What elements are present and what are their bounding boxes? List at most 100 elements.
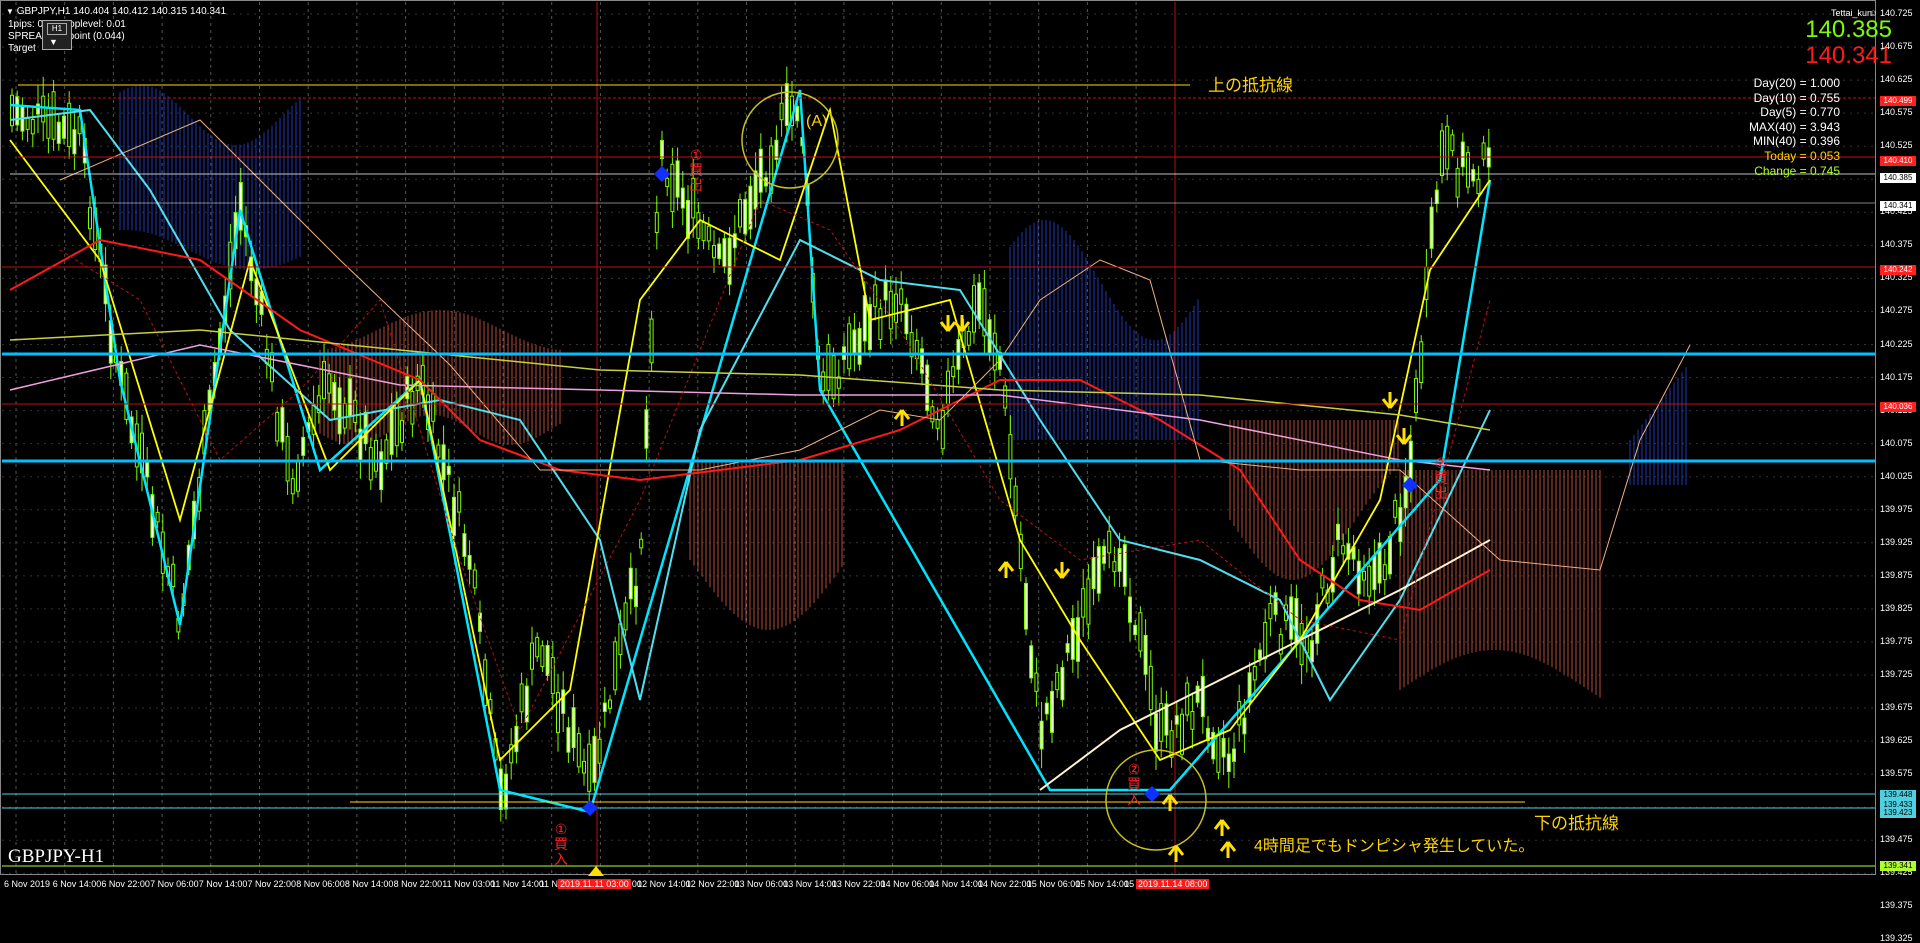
candle-body (1185, 682, 1190, 716)
timeframe-button[interactable]: H1 ▼ (42, 20, 72, 50)
ma-pink (9, 344, 1491, 471)
candle-body (1476, 178, 1481, 195)
stat-line: Change = 0.745 (1754, 163, 1840, 178)
candle-body (1362, 570, 1366, 581)
candle-body (1081, 588, 1086, 618)
stat-line: Day(5) = 0.770 (1760, 105, 1840, 120)
candle-body (540, 645, 545, 668)
chart-menu-icon[interactable]: ▼ (6, 7, 14, 16)
candle-body (30, 118, 35, 135)
symbol-line: GBPJPY,H1 140.404 140.412 140.315 140.34… (16, 6, 227, 17)
candle-body (36, 103, 40, 115)
stat-line: Day(20) = 1.000 (1753, 76, 1840, 90)
time-tick: 7 Nov 06:00 (150, 879, 199, 889)
candle-body (462, 533, 467, 557)
price-tick: 140.375 (1880, 239, 1913, 250)
candle-body (914, 339, 919, 360)
candle-body (1455, 167, 1460, 198)
price-tick: 139.725 (1880, 669, 1913, 679)
candle-body (1382, 564, 1387, 581)
candle-body (1148, 665, 1153, 711)
candle-body (649, 318, 654, 364)
candle-body (608, 699, 612, 709)
price-chart[interactable] (0, 0, 1920, 891)
candle-body (1221, 737, 1226, 758)
candle-body (727, 237, 732, 285)
candle-body (88, 207, 92, 230)
candle-body (1091, 556, 1096, 590)
candle-body (665, 177, 670, 187)
time-tick: 8 Nov 14:00 (344, 879, 394, 889)
candle-body (592, 735, 597, 783)
candle-body (285, 436, 290, 482)
candle-body (717, 243, 722, 259)
stat-line: Day(10) = 0.755 (1753, 90, 1840, 105)
time-tick: 6 Nov 2019 (4, 879, 51, 889)
candle-body (1003, 385, 1008, 409)
candle-body (587, 743, 592, 792)
candle-body (1226, 753, 1231, 773)
candle-body (644, 409, 649, 449)
candle-body (1429, 206, 1434, 249)
candle-body (686, 199, 690, 239)
candle-body (56, 121, 61, 144)
candle-body (712, 245, 716, 259)
candle-body (894, 293, 898, 323)
time-tick: 6 Nov 14:00 (52, 879, 102, 889)
candle-body (514, 725, 519, 753)
time-tick: 14 Nov 22:00 (978, 879, 1032, 889)
note-4h: 4時間足でもドンピシャ発生していた。 (1254, 838, 1535, 855)
candle-body (296, 459, 300, 492)
candle-body (1164, 703, 1169, 736)
candle-body (478, 612, 482, 632)
candle-body (977, 282, 982, 321)
candle-body (1434, 189, 1439, 204)
info-line-3: Target (8, 43, 36, 54)
price-tick: 140.725 (1880, 8, 1913, 18)
candle-body (1154, 713, 1158, 752)
candle-body (753, 170, 758, 210)
candle-body (628, 567, 633, 600)
candle-body (1450, 134, 1455, 152)
candle-body (1440, 130, 1444, 177)
upper-resistance-label: 上の抵抗線 (1208, 76, 1293, 95)
candle-body (722, 238, 727, 268)
time-tick: 11 Nov 03:00 (442, 879, 496, 889)
candle-body (530, 642, 534, 670)
candle-body (1310, 640, 1314, 663)
candle-body (1138, 612, 1143, 652)
price-tick: 140.525 (1880, 140, 1913, 151)
price-tag: 140.410 (1880, 156, 1916, 166)
candle-body (1356, 560, 1361, 595)
candle-body (348, 378, 352, 417)
price-tick: 139.475 (1880, 834, 1913, 845)
price-tick: 140.075 (1880, 437, 1913, 448)
candle-body (639, 538, 644, 549)
arrow-down-icon (1381, 392, 1399, 409)
candle-body (1242, 717, 1247, 735)
candle-body (1330, 556, 1335, 593)
candle-body (1029, 645, 1034, 679)
candle-body (550, 657, 555, 695)
candle-body (675, 160, 680, 198)
arrow-down-icon (953, 315, 971, 332)
candle-body (904, 303, 909, 335)
candle-body (545, 645, 550, 677)
ask-price: 140.341 (1805, 42, 1892, 69)
price-tick: 140.225 (1880, 338, 1913, 349)
candle-body (472, 569, 477, 589)
time-tick: 12 Nov 14:00 (637, 879, 691, 889)
candle-body (966, 331, 971, 346)
price-tag: 139.448 (1880, 790, 1916, 800)
candle-body (1060, 666, 1065, 701)
candle-body (41, 95, 46, 123)
arrow-up-icon (1219, 841, 1237, 858)
candle-body (1273, 592, 1278, 615)
price-tick: 139.925 (1880, 536, 1913, 547)
price-tick: 140.025 (1880, 470, 1913, 481)
candle-body (1200, 675, 1205, 718)
candle-body (155, 511, 160, 523)
candle-body (1367, 565, 1372, 597)
candle-body (597, 738, 602, 764)
candle-body (795, 105, 800, 122)
